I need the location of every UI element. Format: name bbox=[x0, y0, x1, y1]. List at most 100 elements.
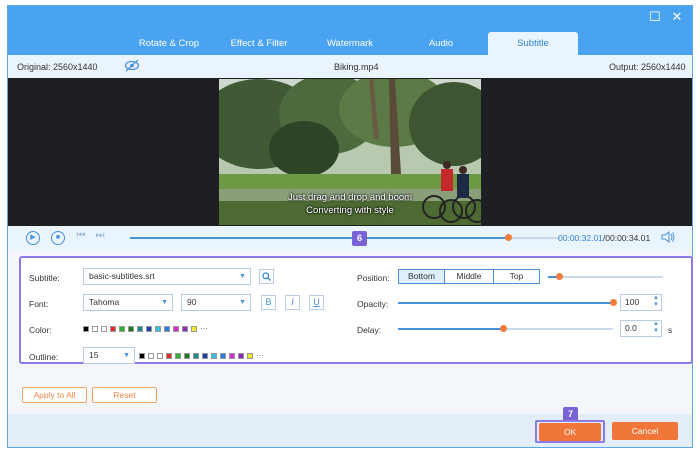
ok-highlight: OK bbox=[535, 420, 605, 443]
delay-unit: s bbox=[668, 325, 673, 335]
color-swatch[interactable] bbox=[146, 326, 152, 332]
color-swatch[interactable] bbox=[128, 326, 134, 332]
subtitle-file-select[interactable]: basic-subtitles.srt ▼ bbox=[83, 268, 251, 285]
color-swatch[interactable] bbox=[173, 326, 179, 332]
time-display: 00:00:32.01/00:00:34.01 bbox=[558, 233, 650, 243]
close-icon[interactable]: ✕ bbox=[670, 10, 684, 24]
tab-rotate-crop[interactable]: Rotate & Crop bbox=[133, 32, 205, 55]
position-top-button[interactable]: Top bbox=[493, 269, 540, 284]
search-icon[interactable] bbox=[259, 269, 274, 284]
subtitle-file-value: basic-subtitles.srt bbox=[89, 271, 155, 281]
color-palette: ··· bbox=[83, 325, 208, 333]
font-value: Tahoma bbox=[89, 297, 120, 307]
chevron-down-icon: ▼ bbox=[239, 299, 246, 306]
file-name: Biking.mp4 bbox=[334, 62, 379, 72]
eye-off-icon[interactable] bbox=[124, 59, 140, 74]
outline-swatch[interactable] bbox=[148, 353, 154, 359]
color-swatch[interactable] bbox=[137, 326, 143, 332]
video-frame: Just drag and drop and boom Converting w… bbox=[219, 79, 481, 225]
opacity-value: 100 bbox=[625, 297, 640, 307]
font-size-value: 90 bbox=[187, 297, 197, 307]
timeline-progress bbox=[130, 237, 509, 239]
tab-watermark[interactable]: Watermark bbox=[318, 32, 382, 55]
subtitle-line-2: Converting with style bbox=[306, 205, 394, 216]
apply-to-all-button[interactable]: Apply to All bbox=[22, 387, 87, 403]
play-icon[interactable]: ▶ bbox=[26, 231, 40, 245]
position-middle-button[interactable]: Middle bbox=[444, 269, 494, 284]
opacity-slider[interactable] bbox=[398, 299, 617, 306]
tab-effect-filter[interactable]: Effect & Filter bbox=[222, 32, 296, 55]
tab-subtitle[interactable]: Subtitle bbox=[488, 32, 578, 55]
position-slider[interactable] bbox=[548, 273, 663, 280]
timeline-slider[interactable] bbox=[130, 234, 560, 241]
volume-icon[interactable] bbox=[661, 231, 675, 246]
color-label: Color: bbox=[29, 325, 52, 335]
outline-swatch[interactable] bbox=[175, 353, 181, 359]
step-badge-6: 6 bbox=[352, 231, 367, 246]
maximize-icon[interactable]: ☐ bbox=[648, 10, 662, 24]
ok-button[interactable]: OK bbox=[539, 423, 601, 441]
font-select[interactable]: Tahoma ▼ bbox=[83, 294, 173, 311]
outline-swatch[interactable] bbox=[184, 353, 190, 359]
outline-swatch[interactable] bbox=[247, 353, 253, 359]
outline-label: Outline: bbox=[29, 352, 59, 362]
outline-swatch[interactable] bbox=[238, 353, 244, 359]
previous-frame-icon[interactable]: ⏮ bbox=[74, 230, 88, 244]
outline-swatch[interactable] bbox=[193, 353, 199, 359]
chevron-down-icon: ▼ bbox=[123, 352, 130, 359]
delay-slider[interactable] bbox=[398, 325, 613, 332]
stepper-arrows-icon[interactable]: ▲ ▼ bbox=[653, 295, 659, 309]
info-bar: Original: 2560x1440 Biking.mp4 Output: 2… bbox=[8, 55, 692, 78]
opacity-slider-handle[interactable] bbox=[609, 299, 617, 306]
position-bottom-button[interactable]: Bottom bbox=[398, 269, 445, 284]
color-more-colors-button[interactable]: ··· bbox=[200, 325, 208, 333]
position-slider-handle[interactable] bbox=[556, 273, 563, 280]
color-swatch[interactable] bbox=[155, 326, 161, 332]
outline-more-colors-button[interactable]: ··· bbox=[256, 352, 264, 360]
subtitle-settings-panel: Subtitle: basic-subtitles.srt ▼ Font: Ta… bbox=[19, 256, 693, 364]
outline-swatch[interactable] bbox=[166, 353, 172, 359]
outline-swatch[interactable] bbox=[157, 353, 163, 359]
color-swatch[interactable] bbox=[119, 326, 125, 332]
color-swatch[interactable] bbox=[83, 326, 89, 332]
total-time: /00:00:34.01 bbox=[602, 233, 651, 243]
opacity-label: Opacity: bbox=[357, 299, 389, 309]
outline-size-select[interactable]: 15 ▼ bbox=[83, 347, 135, 364]
video-scene-image bbox=[219, 79, 481, 225]
chevron-down-icon: ▼ bbox=[239, 273, 246, 280]
output-resolution: Output: 2560x1440 bbox=[609, 62, 686, 72]
title-bar: ☐ ✕ Rotate & Crop Effect & Filter Waterm… bbox=[8, 6, 692, 55]
opacity-input[interactable]: 100 ▲ ▼ bbox=[620, 294, 662, 311]
chevron-down-icon: ▼ bbox=[161, 299, 168, 306]
color-swatch[interactable] bbox=[110, 326, 116, 332]
color-swatch[interactable] bbox=[101, 326, 107, 332]
stepper-arrows-icon[interactable]: ▲ ▼ bbox=[653, 321, 659, 335]
color-swatch[interactable] bbox=[164, 326, 170, 332]
outline-swatch[interactable] bbox=[220, 353, 226, 359]
cancel-button[interactable]: Cancel bbox=[612, 422, 678, 440]
color-swatch[interactable] bbox=[92, 326, 98, 332]
delay-label: Delay: bbox=[357, 325, 382, 335]
current-time: 00:00:32.01 bbox=[558, 233, 603, 243]
color-swatch[interactable] bbox=[191, 326, 197, 332]
outline-swatch[interactable] bbox=[229, 353, 235, 359]
video-preview: Just drag and drop and boom Converting w… bbox=[8, 78, 692, 226]
tab-audio[interactable]: Audio bbox=[418, 32, 464, 55]
reset-button[interactable]: Reset bbox=[92, 387, 157, 403]
next-frame-icon[interactable]: ⏭ bbox=[93, 230, 107, 244]
font-size-select[interactable]: 90 ▼ bbox=[181, 294, 251, 311]
outline-swatch[interactable] bbox=[211, 353, 217, 359]
playback-bar: ▶ ■ ⏮ ⏭ 6 00:00:32.01/00:00:34.01 bbox=[8, 226, 692, 250]
subtitle-line-1: Just drag and drop and boom bbox=[287, 192, 413, 203]
delay-slider-handle[interactable] bbox=[499, 325, 507, 332]
outline-swatch[interactable] bbox=[202, 353, 208, 359]
color-swatch[interactable] bbox=[182, 326, 188, 332]
underline-button[interactable]: U bbox=[309, 295, 324, 310]
outline-swatch[interactable] bbox=[139, 353, 145, 359]
italic-button[interactable]: I bbox=[285, 295, 300, 310]
stop-icon[interactable]: ■ bbox=[51, 231, 65, 245]
original-resolution: Original: 2560x1440 bbox=[17, 62, 98, 72]
timeline-handle[interactable] bbox=[504, 234, 512, 241]
delay-input[interactable]: 0.0 ▲ ▼ bbox=[620, 320, 662, 337]
bold-button[interactable]: B bbox=[261, 295, 276, 310]
